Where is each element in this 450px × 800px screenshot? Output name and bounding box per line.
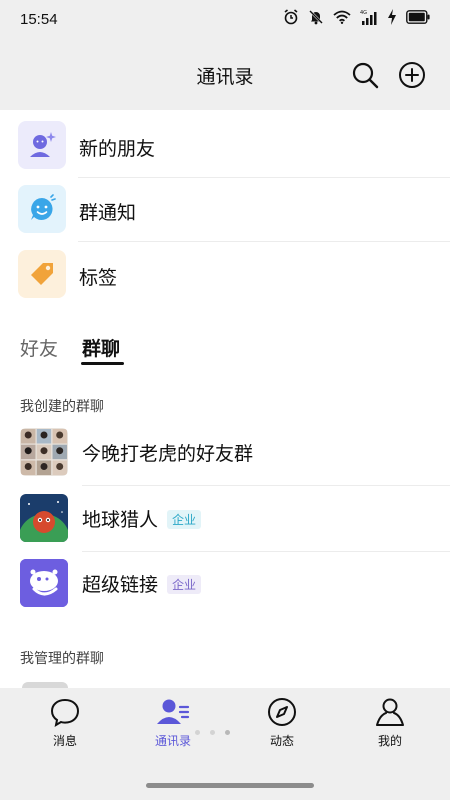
group-name: 地球猎人 [82,509,159,531]
divider [78,241,450,242]
group-notice-icon [18,185,66,233]
mute-bell-icon [309,10,323,25]
contacts-icon [157,699,190,724]
chat-bubble-icon [50,698,80,728]
network-label: 4G [360,10,367,16]
divider [82,551,450,552]
entry-group-notice[interactable]: 群通知 [0,178,450,242]
status-bar: 15:54 4G [0,0,450,40]
contact-tabs: 好友 群聊 [0,328,450,368]
group-row[interactable]: 今晚打老虎的好友群 [0,422,450,486]
group-avatar [20,494,68,542]
divider [82,485,450,486]
charging-icon [388,9,396,25]
group-row[interactable]: 地球猎人 企业 [0,488,450,552]
group-name: 今晚打老虎的好友群 [82,443,254,465]
page-indicator-dots [195,730,230,735]
active-tab-indicator [81,362,124,365]
group-avatar [20,428,68,476]
tab-groups[interactable]: 群聊 [82,334,120,361]
plus-circle-icon [399,62,425,88]
entry-label: 群通知 [79,202,137,224]
group-avatar [20,559,68,607]
nav-label: 消息 [52,734,77,748]
page-dot [225,730,230,735]
tag-icon [18,250,66,298]
nav-me[interactable]: 我的 [350,696,430,749]
tab-friends[interactable]: 好友 [20,334,58,361]
enterprise-badge: 企业 [167,510,202,529]
search-icon [352,62,379,89]
section-title-managed: 我管理的群聊 [20,651,104,667]
compass-icon [268,698,296,726]
page-title: 通讯录 [196,66,254,88]
nav-contacts[interactable]: 通讯录 [133,696,213,749]
entry-new-friends[interactable]: 新的朋友 [0,114,450,178]
home-indicator[interactable] [146,783,314,788]
nav-messages[interactable]: 消息 [25,696,105,749]
group-name: 超级链接 [82,574,159,596]
search-button[interactable] [350,60,380,90]
battery-icon [406,10,430,24]
alarm-icon [284,9,298,25]
bottom-nav: 消息 通讯录 动态 我的 [0,688,450,800]
section-title-created: 我创建的群聊 [20,399,104,415]
group-row[interactable]: 超级链接 企业 [0,553,450,617]
page-dot [210,730,215,735]
new-friend-icon [18,121,66,169]
add-button[interactable] [397,60,427,90]
cellular-signal-icon: 4G [360,10,377,25]
entry-label: 新的朋友 [79,138,156,160]
enterprise-badge: 企业 [167,575,202,594]
page-dot [195,730,200,735]
nav-label: 动态 [269,734,294,748]
entry-tags[interactable]: 标签 [0,243,450,307]
wifi-icon [333,10,351,24]
status-icons: 4G [283,9,430,25]
nav-label: 我的 [377,734,402,748]
status-time: 15:54 [20,11,58,28]
nav-moments[interactable]: 动态 [242,696,322,749]
person-icon [376,698,404,726]
entry-label: 标签 [79,267,118,289]
app-header: 通讯录 [0,40,450,110]
